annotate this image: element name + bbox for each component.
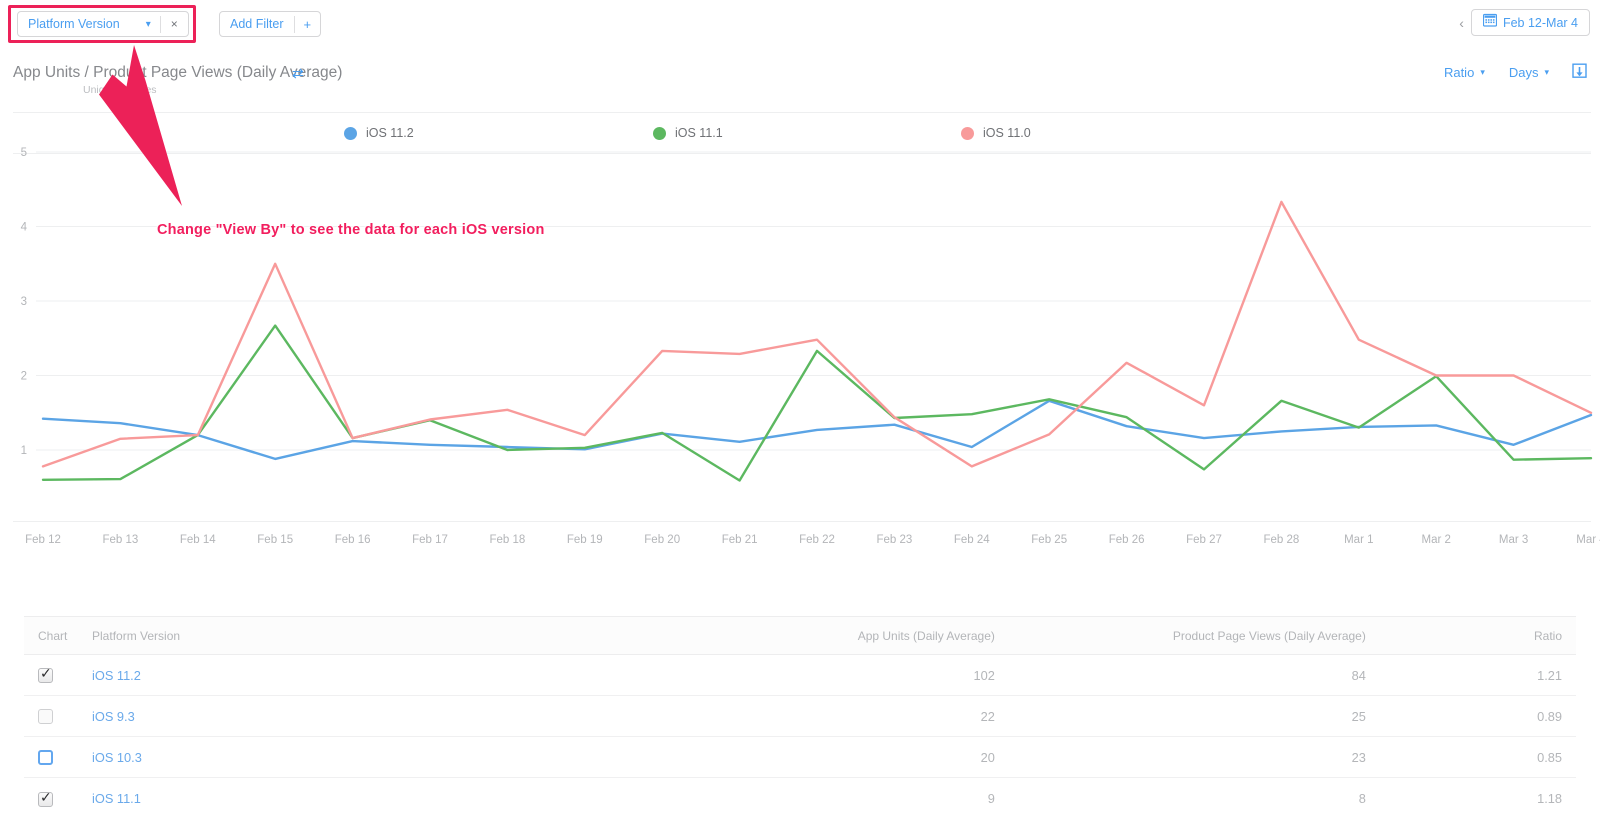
y-axis-tick-label: 1 [21, 445, 27, 457]
x-axis-tick-label: Feb 26 [1108, 534, 1145, 546]
row-product-page-views: 25 [998, 695, 1370, 738]
x-axis-tick-label: Feb 20 [644, 534, 681, 546]
x-axis-tick-label: Feb 18 [489, 534, 526, 546]
ratio-dropdown[interactable]: Ratio ▾ [1432, 65, 1497, 80]
chart-canvas: 1 2 3 4 5 [21, 147, 1593, 482]
row-app-units: 9 [669, 777, 999, 814]
column-header-app-units[interactable]: App Units (Daily Average) [669, 616, 999, 655]
table-row: iOS 11.2 102 84 1.21 [24, 654, 1576, 697]
row-app-units: 22 [669, 695, 999, 738]
chevron-down-icon: ▾ [1480, 66, 1485, 77]
chart-x-axis: Feb 12 Feb 13 Feb 14 Feb 15 Feb 16 Feb 17 Feb … [13, 521, 1600, 546]
row-platform-version[interactable]: iOS 9.3 [92, 695, 670, 738]
remove-filter-icon[interactable]: × [161, 18, 188, 30]
ratio-dropdown-label: Ratio [1443, 64, 1475, 80]
x-axis-line [13, 521, 1591, 522]
row-ratio: 0.89 [1369, 695, 1576, 738]
row-ratio: 0.85 [1369, 736, 1576, 779]
x-axis-tick-label: Feb 22 [799, 534, 835, 546]
chart-header-controls: Ratio ▾ Days ▾ [1432, 63, 1590, 81]
row-platform-version[interactable]: iOS 11.2 [92, 654, 670, 697]
line-chart-plot: 1 2 3 4 5 [0, 130, 1600, 560]
filter-pill-label: Platform Version [28, 17, 120, 31]
row-platform-version[interactable]: iOS 10.3 [92, 736, 670, 779]
add-filter-button[interactable]: Add Filter + [219, 11, 322, 37]
y-axis-tick-label: 3 [21, 296, 27, 308]
row-ratio: 1.18 [1369, 777, 1576, 814]
table-row: iOS 9.3 22 25 0.89 [24, 695, 1576, 738]
table-body: iOS 11.2 102 84 1.21 iOS 9.3 22 25 0.89 … [24, 654, 1576, 814]
series-line-ios-11-1[interactable] [41, 324, 1593, 482]
y-axis-tick-label: 2 [21, 371, 27, 383]
annotation-text: Change "View By" to see the data for eac… [157, 222, 545, 238]
y-axis-tick-label: 5 [21, 147, 27, 159]
column-header-platform-version[interactable]: Platform Version [92, 616, 670, 655]
x-axis-tick-label: Mar 4 [1576, 534, 1600, 546]
row-app-units: 20 [669, 736, 999, 779]
chevron-down-icon[interactable]: ▾ [130, 19, 160, 30]
add-filter-label: Add Filter [230, 17, 284, 31]
platform-version-filter-pill[interactable]: Platform Version ▾ × [17, 11, 189, 37]
row-chart-toggle-cell [24, 654, 93, 697]
days-dropdown[interactable]: Days ▾ [1497, 65, 1561, 80]
calendar-icon [1482, 13, 1498, 32]
column-header-chart[interactable]: Chart [24, 616, 93, 655]
analytics-page: Platform Version ▾ × Add Filter + ‹ Feb … [0, 0, 1600, 814]
x-axis-tick-label: Feb 23 [876, 534, 913, 546]
metric-subtitle: Unique Devices [83, 84, 157, 96]
column-header-ratio[interactable]: Ratio [1369, 616, 1576, 655]
row-platform-version[interactable]: iOS 11.1 [92, 777, 670, 814]
download-icon[interactable] [1561, 63, 1590, 81]
x-axis-tick-label: Feb 27 [1186, 534, 1222, 546]
chart-header: App Units / Product Page Views (Daily Av… [0, 56, 1600, 104]
table-header-row: Chart Platform Version App Units (Daily … [24, 616, 1576, 655]
chart-checkbox[interactable] [38, 750, 53, 766]
date-range-button[interactable]: Feb 12-Mar 4 [1470, 9, 1590, 36]
table-row: iOS 11.1 9 8 1.18 [24, 777, 1576, 814]
row-chart-toggle-cell [24, 736, 93, 779]
table-row: iOS 10.3 20 23 0.85 [24, 736, 1576, 779]
chart-checkbox[interactable] [38, 709, 53, 725]
filter-bar: Platform Version ▾ × Add Filter + ‹ Feb … [0, 0, 1600, 43]
row-product-page-views: 8 [998, 777, 1370, 814]
row-chart-toggle-cell [24, 777, 93, 814]
chevron-down-icon: ▾ [1544, 66, 1549, 77]
x-axis-tick-label: Mar 1 [1344, 534, 1374, 546]
row-chart-toggle-cell [24, 695, 93, 738]
chart-checkbox[interactable] [38, 666, 53, 684]
x-axis-tick-label: Feb 21 [721, 534, 758, 546]
x-axis-tick-label: Feb 14 [179, 534, 216, 546]
plus-icon[interactable]: + [295, 18, 321, 31]
swap-metrics-icon[interactable]: ⇄ [292, 65, 304, 82]
y-axis-tick-label: 4 [21, 222, 28, 234]
x-axis-tick-label: Feb 28 [1263, 534, 1300, 546]
x-axis-tick-label: Mar 2 [1421, 534, 1451, 546]
days-dropdown-label: Days [1508, 64, 1539, 80]
x-axis-tick-label: Feb 15 [257, 534, 294, 546]
row-product-page-views: 23 [998, 736, 1370, 779]
x-axis-tick-label: Feb 25 [1031, 534, 1068, 546]
x-axis-tick-label: Feb 16 [334, 534, 371, 546]
x-axis-tick-label: Feb 13 [102, 534, 139, 546]
date-range-label: Feb 12-Mar 4 [1502, 15, 1578, 30]
column-header-product-page-views[interactable]: Product Page Views (Daily Average) [998, 616, 1370, 655]
date-range-controls: ‹ Feb 12-Mar 4 [1459, 9, 1590, 36]
previous-period-icon[interactable]: ‹ [1459, 16, 1464, 30]
row-product-page-views: 84 [998, 654, 1370, 697]
row-app-units: 102 [669, 654, 999, 697]
chart-checkbox[interactable] [38, 790, 53, 807]
x-axis-tick-label: Mar 3 [1498, 534, 1529, 546]
row-ratio: 1.21 [1369, 654, 1576, 697]
x-axis-tick-label: Feb 19 [566, 534, 603, 546]
x-axis-tick-label: Feb 17 [412, 534, 448, 546]
x-axis-tick-label: Feb 12 [25, 534, 61, 546]
platform-version-table: Chart Platform Version App Units (Daily … [24, 616, 1576, 814]
x-axis-tick-label: Feb 24 [953, 534, 990, 546]
